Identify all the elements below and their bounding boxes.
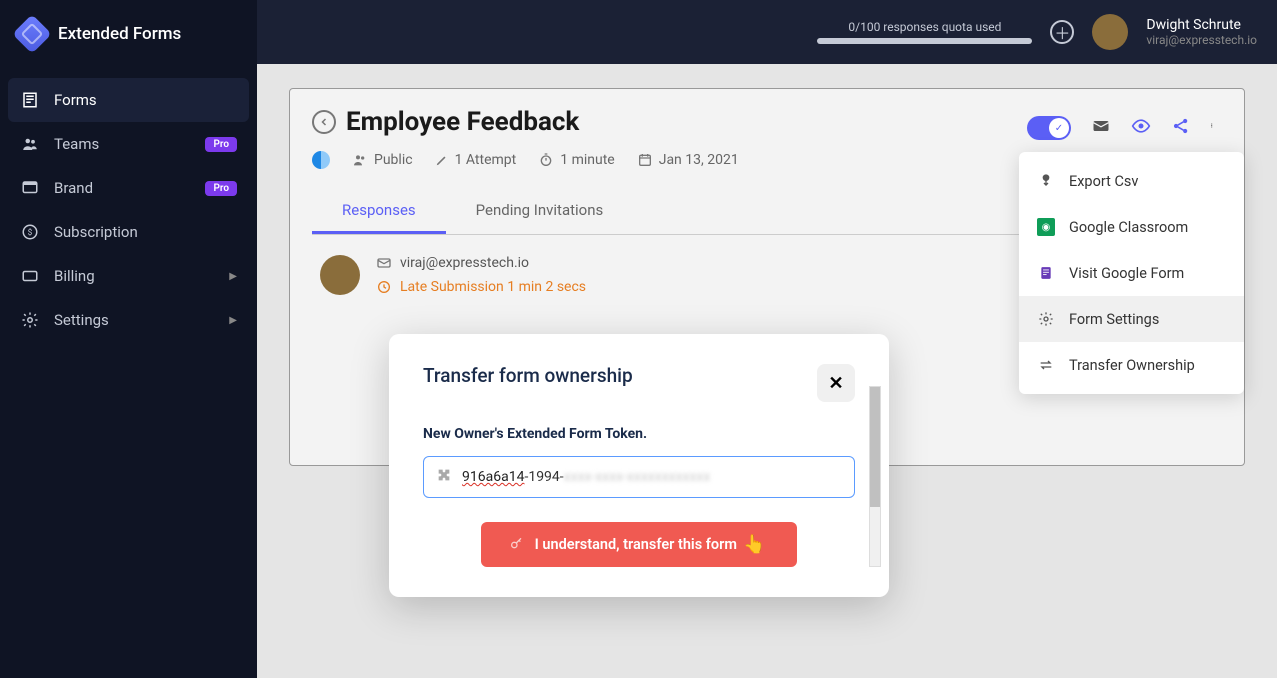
modal-scrollbar[interactable] <box>869 386 881 567</box>
modal-field-label: New Owner's Extended Form Token. <box>423 426 855 442</box>
token-input-wrapper[interactable]: 916a6a14-1994-xxxx-xxxx-xxxxxxxxxxxx <box>423 456 855 498</box>
sidebar-item-teams[interactable]: Teams Pro <box>8 122 249 166</box>
token-hidden-part: xxxx-xxxx-xxxxxxxxxxxx <box>564 469 711 485</box>
confirm-button-label: I understand, transfer this form <box>535 536 737 553</box>
duration-label: 1 minute <box>560 152 614 168</box>
billing-icon <box>20 266 40 286</box>
caret-icon: ▶ <box>229 315 237 326</box>
visibility-meta: Public <box>352 152 413 168</box>
share-icon[interactable] <box>1171 116 1191 140</box>
sidebar-item-billing[interactable]: Billing ▶ <box>8 254 249 298</box>
form-enabled-toggle[interactable] <box>1027 116 1071 140</box>
people-icon <box>352 152 368 168</box>
tab-pending-invitations[interactable]: Pending Invitations <box>446 189 634 234</box>
back-button[interactable] <box>312 110 336 134</box>
svg-text:$: $ <box>28 227 33 238</box>
transfer-ownership-modal: Transfer form ownership ✕ New Owner's Ex… <box>389 334 889 597</box>
sidebar-item-brand[interactable]: Brand Pro <box>8 166 249 210</box>
teams-icon <box>20 134 40 154</box>
google-form-icon <box>1037 264 1055 282</box>
sidebar-item-forms[interactable]: Forms <box>8 78 249 122</box>
transfer-confirm-button[interactable]: I understand, transfer this form 👆 <box>481 522 798 567</box>
more-menu-button[interactable] <box>1211 116 1217 140</box>
menu-item-label: Form Settings <box>1069 311 1159 328</box>
sidebar-item-label: Settings <box>54 311 109 329</box>
menu-item-export-csv[interactable]: Export Csv <box>1019 158 1244 204</box>
token-visible-part: 916a6a14 <box>462 469 524 485</box>
menu-item-form-settings[interactable]: Form Settings <box>1019 296 1244 342</box>
user-name: Dwight Schrute <box>1146 17 1257 33</box>
cursor-icon: 👆 <box>743 534 765 555</box>
date-label: Jan 13, 2021 <box>659 152 739 168</box>
sidebar-item-label: Brand <box>54 179 93 197</box>
token-input[interactable]: 916a6a14-1994-xxxx-xxxx-xxxxxxxxxxxx <box>462 469 842 485</box>
sidebar-item-subscription[interactable]: $ Subscription <box>8 210 249 254</box>
mail-icon[interactable] <box>1091 116 1111 140</box>
attempts-meta: 1 Attempt <box>435 152 517 168</box>
color-indicator[interactable] <box>312 151 330 169</box>
menu-item-label: Transfer Ownership <box>1069 357 1195 374</box>
quota-text: 0/100 responses quota used <box>848 20 1001 34</box>
visibility-label: Public <box>374 152 413 168</box>
modal-close-button[interactable]: ✕ <box>817 364 855 402</box>
add-button[interactable]: ＋ <box>1050 20 1074 44</box>
sidebar-item-settings[interactable]: Settings ▶ <box>8 298 249 342</box>
attempts-label: 1 Attempt <box>455 152 517 168</box>
subscription-icon: $ <box>20 222 40 242</box>
page-title: Employee Feedback <box>346 107 579 137</box>
transfer-icon <box>1037 356 1055 374</box>
action-row <box>1027 116 1217 140</box>
menu-item-label: Export Csv <box>1069 173 1138 190</box>
pro-badge: Pro <box>205 137 237 152</box>
tab-responses[interactable]: Responses <box>312 189 446 234</box>
sidebar-item-label: Billing <box>54 267 95 285</box>
brand-icon <box>20 178 40 198</box>
response-late-line: Late Submission 1 min 2 secs <box>376 279 586 295</box>
sidebar-item-label: Subscription <box>54 223 138 241</box>
gear-icon <box>20 310 40 330</box>
menu-item-label: Visit Google Form <box>1069 265 1184 282</box>
classroom-icon: ◉ <box>1037 218 1055 236</box>
pro-badge: Pro <box>205 181 237 196</box>
response-email: viraj@expresstech.io <box>400 255 529 271</box>
menu-item-label: Google Classroom <box>1069 219 1188 236</box>
preview-icon[interactable] <box>1131 116 1151 140</box>
puzzle-icon <box>436 467 452 487</box>
clock-icon <box>376 279 392 295</box>
sidebar-header: Extended Forms <box>0 0 257 68</box>
gear-icon <box>1037 310 1055 328</box>
sidebar: Extended Forms Forms Teams Pro Brand Pro… <box>0 0 257 678</box>
sidebar-item-label: Forms <box>54 91 97 109</box>
response-avatar <box>320 255 360 295</box>
more-menu: Export Csv ◉ Google Classroom Visit Goog… <box>1019 152 1244 394</box>
menu-item-transfer-ownership[interactable]: Transfer Ownership <box>1019 342 1244 388</box>
response-email-line: viraj@expresstech.io <box>376 255 586 271</box>
logo-icon <box>12 14 52 54</box>
quota-bar <box>817 38 1032 44</box>
date-meta: Jan 13, 2021 <box>637 152 739 168</box>
topbar: 0/100 responses quota used ＋ Dwight Schr… <box>257 0 1277 64</box>
export-icon <box>1037 172 1055 190</box>
late-submission-label: Late Submission 1 min 2 secs <box>400 279 586 295</box>
sidebar-item-label: Teams <box>54 135 99 153</box>
key-icon <box>509 535 525 555</box>
duration-meta: 1 minute <box>538 152 614 168</box>
calendar-icon <box>637 152 653 168</box>
brand-name: Extended Forms <box>58 24 181 44</box>
mail-icon <box>376 255 392 271</box>
user-avatar[interactable] <box>1092 14 1128 50</box>
user-info: Dwight Schrute viraj@expresstech.io <box>1146 17 1257 47</box>
menu-item-visit-google-form[interactable]: Visit Google Form <box>1019 250 1244 296</box>
arrow-left-icon <box>318 116 330 128</box>
menu-item-google-classroom[interactable]: ◉ Google Classroom <box>1019 204 1244 250</box>
forms-icon <box>20 90 40 110</box>
user-email: viraj@expresstech.io <box>1146 33 1257 47</box>
quota-display: 0/100 responses quota used <box>817 20 1032 44</box>
timer-icon <box>538 152 554 168</box>
pencil-icon <box>435 153 449 167</box>
token-plain-part: -1994- <box>524 469 563 485</box>
modal-title: Transfer form ownership <box>423 364 633 387</box>
caret-icon: ▶ <box>229 271 237 282</box>
